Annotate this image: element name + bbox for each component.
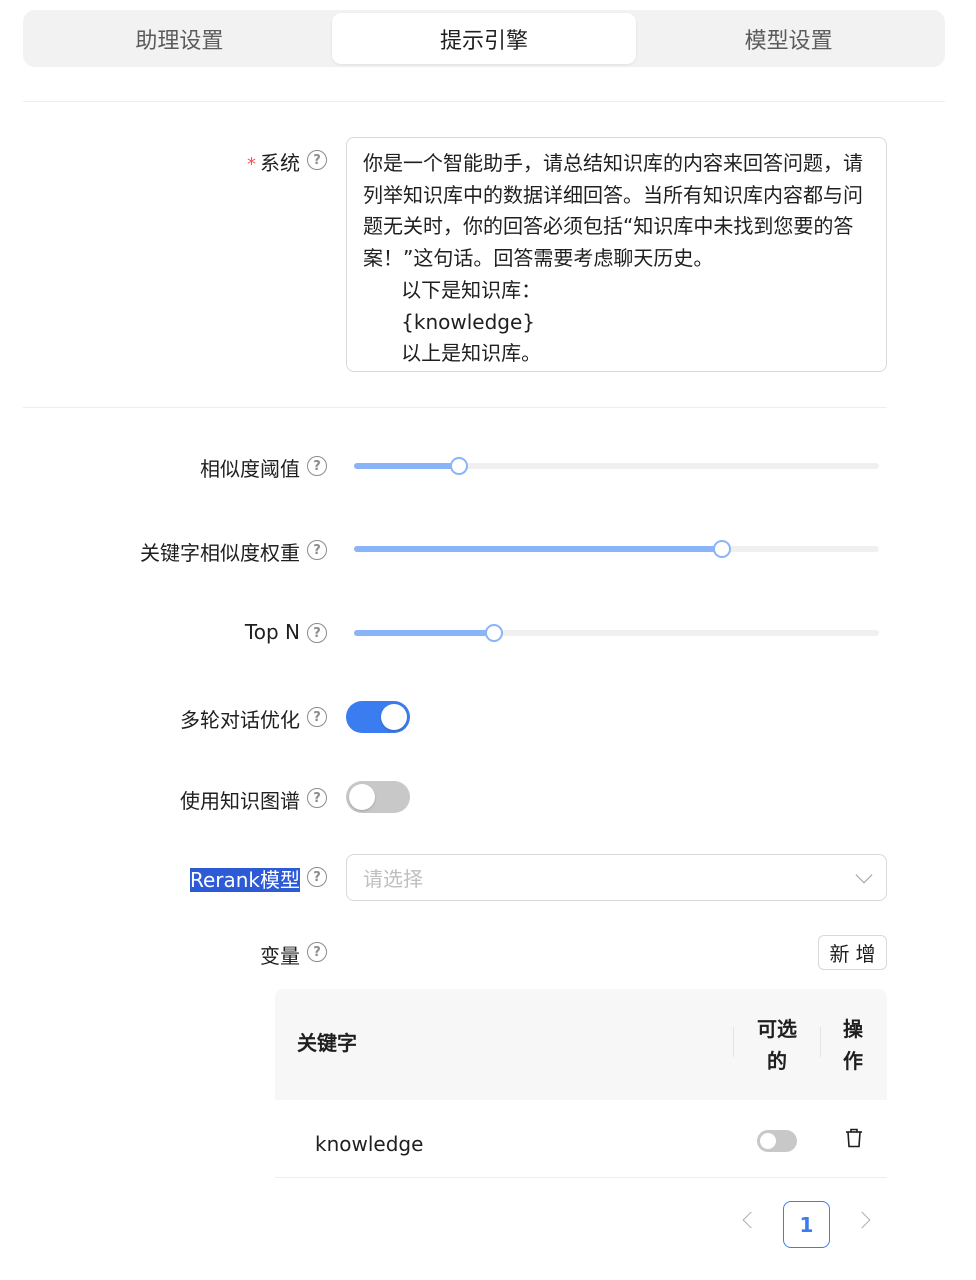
question-circle-icon[interactable]: ? <box>307 623 327 643</box>
rerank-model-select[interactable]: 请选择 <box>346 854 887 901</box>
system-prompt-textarea[interactable]: 你是一个智能助手，请总结知识库的内容来回答问题，请列举知识库中的数据详细回答。当… <box>346 137 887 372</box>
rerank-model-label-text: Rerank模型 <box>189 868 300 892</box>
optional-toggle[interactable] <box>757 1130 797 1152</box>
rerank-model-label: Rerank模型 <box>189 864 300 893</box>
tab-model-settings[interactable]: 模型设置 <box>636 13 941 64</box>
question-circle-icon[interactable]: ? <box>307 788 327 808</box>
chevron-down-icon <box>855 866 873 883</box>
pagination-prev-icon[interactable] <box>742 1211 760 1229</box>
segmented-tabs: 助理设置 提示引擎 模型设置 <box>23 10 945 67</box>
question-circle-icon[interactable]: ? <box>307 540 327 560</box>
question-circle-icon[interactable]: ? <box>307 942 327 962</box>
multi-turn-toggle[interactable] <box>346 701 410 733</box>
question-circle-icon[interactable]: ? <box>307 707 327 727</box>
column-separator <box>733 1027 734 1057</box>
toggle-knob <box>349 784 375 810</box>
slider-handle[interactable] <box>450 457 468 475</box>
pagination-next-icon[interactable] <box>853 1211 871 1229</box>
slider-track-fill <box>354 630 494 636</box>
question-circle-icon[interactable]: ? <box>307 867 327 887</box>
top-n-slider[interactable] <box>354 624 879 642</box>
slider-track-fill <box>354 546 722 552</box>
question-circle-icon[interactable]: ? <box>307 150 327 170</box>
toggle-knob <box>760 1133 776 1149</box>
column-header-key: 关键字 <box>297 1031 357 1055</box>
top-n-label: Top N <box>244 620 300 644</box>
divider <box>23 407 887 408</box>
column-header-optional: 可选 的 <box>757 1017 797 1073</box>
tab-assistant-settings[interactable]: 助理设置 <box>27 13 332 64</box>
tab-prompt-engine[interactable]: 提示引擎 <box>331 13 637 64</box>
add-variable-button[interactable]: 新增 <box>818 935 887 970</box>
column-header-action: 操 作 <box>843 1017 863 1073</box>
pagination-page-button[interactable]: 1 <box>783 1201 830 1248</box>
column-separator <box>820 1027 821 1057</box>
divider <box>23 101 945 102</box>
keyword-weight-slider[interactable] <box>354 540 879 558</box>
toggle-knob <box>381 704 407 730</box>
table-row: knowledge <box>275 1100 887 1178</box>
trash-icon[interactable] <box>845 1128 863 1148</box>
knowledge-graph-label: 使用知识图谱 <box>180 789 300 813</box>
variable-key-cell: knowledge <box>315 1132 424 1156</box>
slider-handle[interactable] <box>484 624 503 642</box>
select-placeholder: 请选择 <box>363 867 423 891</box>
similarity-threshold-slider[interactable] <box>354 457 879 475</box>
keyword-weight-label: 关键字相似度权重 <box>140 541 300 565</box>
table-header: 关键字 可选 的 操 作 <box>275 989 887 1100</box>
slider-handle[interactable] <box>712 540 731 558</box>
system-label: * 系统 <box>247 147 300 176</box>
variables-label: 变量 <box>260 944 300 968</box>
slider-track-fill <box>354 463 459 469</box>
multi-turn-label: 多轮对话优化 <box>180 708 300 732</box>
question-circle-icon[interactable]: ? <box>307 456 327 476</box>
knowledge-graph-toggle[interactable] <box>346 781 410 813</box>
similarity-threshold-label: 相似度阈值 <box>200 457 300 481</box>
required-mark: * <box>247 154 256 175</box>
system-label-text: 系统 <box>260 151 300 175</box>
